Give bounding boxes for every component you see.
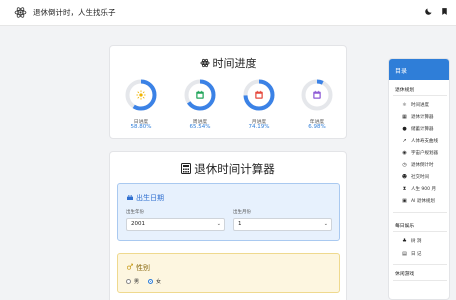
piggy-bank-icon: ● <box>402 125 407 132</box>
sidebar-divider <box>393 231 447 232</box>
tree-icon: ♣ <box>402 237 407 244</box>
sidebar-item-universe-planner[interactable]: ◉ 宇宙户规划器 <box>401 148 438 157</box>
table-of-contents-sidebar: 目录 退休规划 ⚛ 时间进度 ▦ 退休计算器 ● 储蓄计算器 ↗ 人体寿支曲线 ◉ 宇宙户… <box>388 58 450 300</box>
calendar-week-icon <box>194 89 206 101</box>
atom-logo-icon[interactable] <box>14 6 27 19</box>
book-icon: ▤ <box>402 250 407 257</box>
venus-mars-icon <box>126 263 134 273</box>
atom-icon: ⚛ <box>402 101 407 108</box>
sidebar-title: 目录 <box>389 59 449 80</box>
sidebar-item-label: 人生 900 月 <box>411 186 436 192</box>
sidebar-item-label: 树 洞 <box>411 238 422 244</box>
gender-heading-row: 性别 <box>126 263 150 273</box>
sidebar-item-time-progress[interactable]: ⚛ 时间进度 <box>401 100 429 109</box>
birth-heading: 出生日期 <box>136 194 164 202</box>
sidebar-item-label: 储蓄计算器 <box>411 126 434 132</box>
gender-female-label[interactable]: 女 <box>156 278 161 285</box>
sidebar-section-retirement[interactable]: 退休规划 <box>395 86 414 93</box>
sidebar-item-label: 日 记 <box>411 251 422 257</box>
top-header: 退休倒计时，人生找乐子 <box>0 0 456 26</box>
clock-icon: ◷ <box>402 161 407 168</box>
sidebar-item-label: 社交时间 <box>411 174 429 180</box>
birth-year-value: 2001 <box>131 221 145 227</box>
gender-female-radio[interactable] <box>148 279 153 284</box>
birth-heading-row: 出生日期 <box>126 193 164 203</box>
week-progress-value: 65.54% <box>189 124 211 130</box>
sidebar-item-label: 退休计算器 <box>411 114 434 120</box>
gender-heading: 性别 <box>136 264 150 272</box>
sidebar-item-label: AI 退休规划 <box>411 198 435 204</box>
globe-icon: ◉ <box>402 149 407 156</box>
sidebar-item-countdown[interactable]: ◷ 退休倒计时 <box>401 160 434 169</box>
site-title[interactable]: 退休倒计时，人生找乐子 <box>33 7 116 18</box>
gender-panel: 性别 男 女 <box>117 253 340 293</box>
sidebar-item-diary[interactable]: ▤ 日 记 <box>401 249 421 258</box>
sidebar-divider <box>393 212 447 213</box>
calendar-year-icon <box>311 89 323 101</box>
chevron-down-icon: ⌄ <box>216 221 221 227</box>
birth-month-value: 1 <box>238 221 242 227</box>
gender-male-label[interactable]: 男 <box>134 278 139 285</box>
sidebar-item-label: 时间进度 <box>411 102 429 108</box>
month-progress-value: 74.19% <box>248 124 270 130</box>
birth-month-select[interactable]: 1 ⌄ <box>233 218 332 231</box>
time-progress-card: 时间进度 日进度 58.80% 周进度 65.54% 月进度 74.19% 年进… <box>109 45 347 139</box>
sidebar-section-daily-fun[interactable]: 每日娱乐 <box>395 222 414 229</box>
sidebar-divider <box>393 280 447 281</box>
sidebar-item-retirement-calculator[interactable]: ▦ 退休计算器 <box>401 112 434 121</box>
calculator-icon <box>181 163 192 177</box>
sidebar-item-social-time[interactable]: ☻ 社交时间 <box>401 172 429 181</box>
robot-icon: ▣ <box>402 197 407 204</box>
gender-male-radio[interactable] <box>126 279 131 284</box>
sidebar-item-ai-planning[interactable]: ▣ AI 退休规划 <box>401 196 435 205</box>
sidebar-divider <box>393 264 447 265</box>
calendar-month-icon <box>253 89 265 101</box>
sun-icon <box>135 89 147 101</box>
birth-date-panel: 出生日期 出生年份 2001 ⌄ 出生月份 1 ⌄ <box>117 183 340 241</box>
bookmark-icon[interactable] <box>439 7 449 17</box>
sidebar-item-life-900-months[interactable]: ⧗ 人生 900 月 <box>401 184 436 193</box>
moon-icon[interactable] <box>423 7 433 17</box>
sidebar-item-life-curve[interactable]: ↗ 人体寿支曲线 <box>401 136 438 145</box>
birth-year-select[interactable]: 2001 ⌄ <box>126 218 225 231</box>
calculator-icon: ▦ <box>402 113 407 120</box>
chart-icon: ↗ <box>402 137 407 144</box>
sidebar-section-casual-games[interactable]: 休闲游戏 <box>395 270 414 277</box>
birth-month-label: 出生月份 <box>233 210 251 215</box>
atom-icon <box>199 58 210 71</box>
sidebar-item-savings-calculator[interactable]: ● 储蓄计算器 <box>401 124 434 133</box>
progress-title-row: 时间进度 <box>110 55 346 71</box>
chevron-down-icon: ⌄ <box>323 221 328 227</box>
progress-title: 时间进度 <box>212 57 257 70</box>
sidebar-item-tree-hole[interactable]: ♣ 树 洞 <box>401 236 421 245</box>
sidebar-item-label: 退休倒计时 <box>411 162 434 168</box>
calculator-title: 退休时间计算器 <box>194 162 275 176</box>
birth-year-label: 出生年份 <box>126 210 144 215</box>
users-icon: ☻ <box>401 173 408 180</box>
sidebar-item-label: 宇宙户规划器 <box>411 150 438 156</box>
sidebar-divider <box>393 95 447 96</box>
sidebar-item-label: 人体寿支曲线 <box>411 138 438 144</box>
year-progress-value: 6.98% <box>308 124 326 130</box>
cake-icon <box>126 193 134 203</box>
day-progress-value: 58.80% <box>130 124 152 130</box>
calculator-title-row: 退休时间计算器 <box>110 161 346 177</box>
hourglass-icon: ⧗ <box>402 185 407 192</box>
